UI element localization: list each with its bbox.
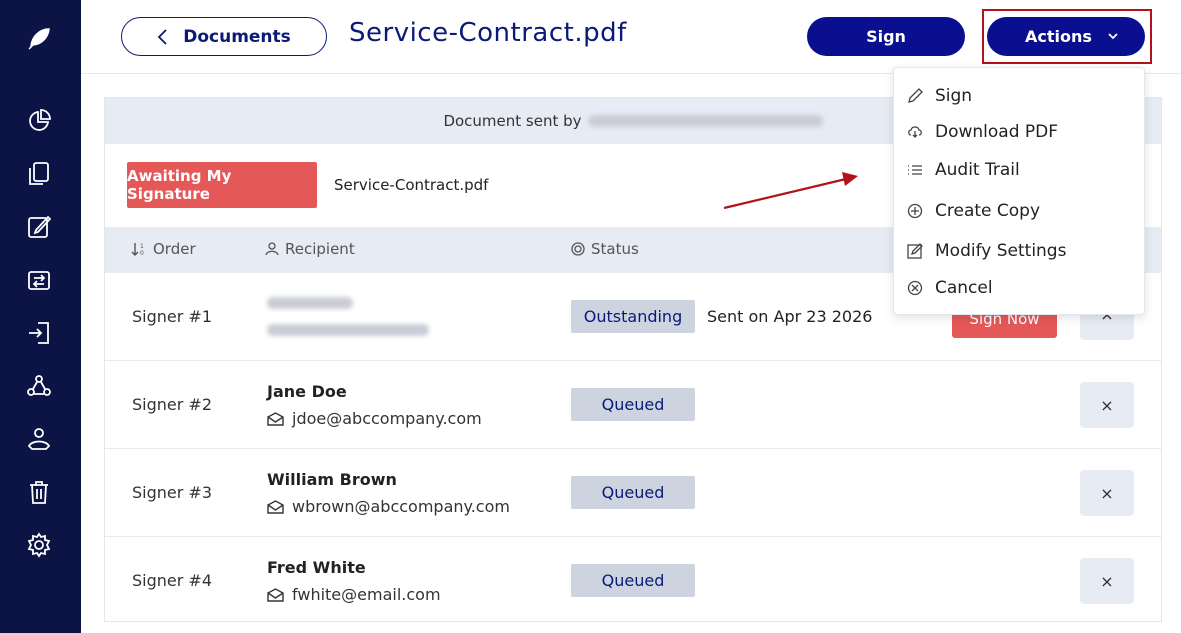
signer-order: Signer #3	[132, 483, 212, 502]
menu-item-label: Sign	[935, 86, 973, 106]
trash-icon[interactable]	[26, 479, 52, 505]
table-row: Signer #2 Jane Doe jdoe@abccompany.com Q…	[105, 361, 1161, 449]
status-badge: Outstanding	[571, 300, 695, 333]
awaiting-signature-badge: Awaiting My Signature	[127, 162, 317, 208]
sign-in-icon[interactable]	[26, 320, 52, 346]
column-recipient: Recipient	[265, 240, 355, 258]
status-badge: Queued	[571, 476, 695, 509]
recipient-email: fwhite@email.com	[267, 585, 441, 604]
status-badge: Queued	[571, 564, 695, 597]
column-status-label: Status	[591, 240, 639, 258]
recipient-email-text: fwhite@email.com	[292, 585, 441, 604]
file-name: Service-Contract.pdf	[334, 176, 489, 194]
menu-item-create-copy[interactable]: Create Copy	[907, 201, 1040, 221]
edit-icon[interactable]	[26, 214, 52, 240]
gear-icon[interactable]	[26, 532, 52, 558]
recipient-name: William Brown	[267, 470, 397, 489]
cloud-download-icon	[908, 126, 922, 138]
status-badge: Queued	[571, 388, 695, 421]
menu-item-label: Cancel	[935, 278, 993, 298]
menu-item-label: Modify Settings	[935, 241, 1067, 261]
pie-chart-icon[interactable]	[26, 108, 52, 134]
status-icon	[571, 242, 585, 256]
actions-dropdown-menu: Sign Download PDF Audit Trail Create Cop…	[893, 67, 1145, 315]
remove-signer-button[interactable]: ×	[1080, 382, 1134, 428]
column-recipient-label: Recipient	[285, 240, 355, 258]
sender-redacted	[587, 115, 823, 127]
signer-order: Signer #1	[132, 307, 212, 326]
actions-button[interactable]: Actions	[987, 17, 1145, 56]
back-button-label: Documents	[183, 26, 291, 47]
sent-by-label: Document sent by	[443, 112, 582, 130]
menu-item-audit-trail[interactable]: Audit Trail	[907, 160, 1020, 180]
recipient-name: Jane Doe	[267, 382, 347, 401]
main-area: Documents Service-Contract.pdf Sign Acti…	[81, 0, 1181, 633]
remove-signer-button[interactable]: ×	[1080, 558, 1134, 604]
documents-icon[interactable]	[26, 161, 52, 187]
top-bar: Documents Service-Contract.pdf Sign Acti…	[81, 0, 1181, 74]
menu-item-download-pdf[interactable]: Download PDF	[907, 122, 1058, 142]
list-icon	[908, 165, 922, 175]
recipient-email-text: wbrown@abccompany.com	[292, 497, 510, 516]
column-order[interactable]: 10 Order	[131, 240, 196, 258]
pencil-icon	[908, 88, 923, 103]
chevron-down-icon	[1108, 33, 1118, 40]
menu-item-label: Audit Trail	[935, 160, 1020, 180]
page-title: Service-Contract.pdf	[349, 18, 627, 48]
back-to-documents-button[interactable]: Documents	[121, 17, 327, 56]
remove-signer-button[interactable]: ×	[1080, 470, 1134, 516]
menu-item-cancel[interactable]: Cancel	[907, 278, 993, 298]
recipient-email: jdoe@abccompany.com	[267, 409, 482, 428]
actions-button-label: Actions	[1025, 27, 1092, 46]
close-circle-icon	[907, 280, 923, 296]
recipient-name: Fred White	[267, 558, 366, 577]
people-icon[interactable]	[26, 373, 52, 399]
envelope-icon	[267, 411, 284, 426]
signer-order: Signer #4	[132, 571, 212, 590]
table-row: Signer #3 William Brown wbrown@abccompan…	[105, 449, 1161, 537]
user-icon	[265, 242, 279, 256]
signer-order: Signer #2	[132, 395, 212, 414]
table-row: Signer #4 Fred White fwhite@email.com Qu…	[105, 537, 1161, 625]
edit-settings-icon	[907, 243, 923, 259]
chevron-left-icon	[157, 28, 167, 45]
sign-button[interactable]: Sign	[807, 17, 965, 56]
column-order-label: Order	[153, 240, 196, 258]
menu-item-label: Download PDF	[935, 122, 1059, 142]
user-hand-icon[interactable]	[26, 426, 52, 452]
menu-item-sign[interactable]: Sign	[907, 86, 972, 106]
recipient-name-redacted	[267, 297, 353, 309]
sent-date: Sent on Apr 23 2026	[707, 307, 873, 326]
menu-item-modify-settings[interactable]: Modify Settings	[907, 241, 1066, 261]
column-status: Status	[571, 240, 639, 258]
svg-text:1: 1	[140, 243, 144, 250]
envelope-icon	[267, 499, 284, 514]
transfer-icon[interactable]	[26, 267, 52, 293]
sort-icon: 10	[131, 243, 144, 257]
envelope-icon	[267, 587, 284, 602]
recipient-email-text: jdoe@abccompany.com	[292, 409, 482, 428]
recipient-email-redacted	[267, 324, 429, 336]
feather-icon[interactable]	[26, 26, 52, 52]
recipient-email: wbrown@abccompany.com	[267, 497, 510, 516]
svg-text:0: 0	[140, 250, 144, 257]
plus-circle-icon	[907, 203, 923, 219]
sidebar	[0, 0, 81, 633]
menu-item-label: Create Copy	[935, 201, 1041, 221]
